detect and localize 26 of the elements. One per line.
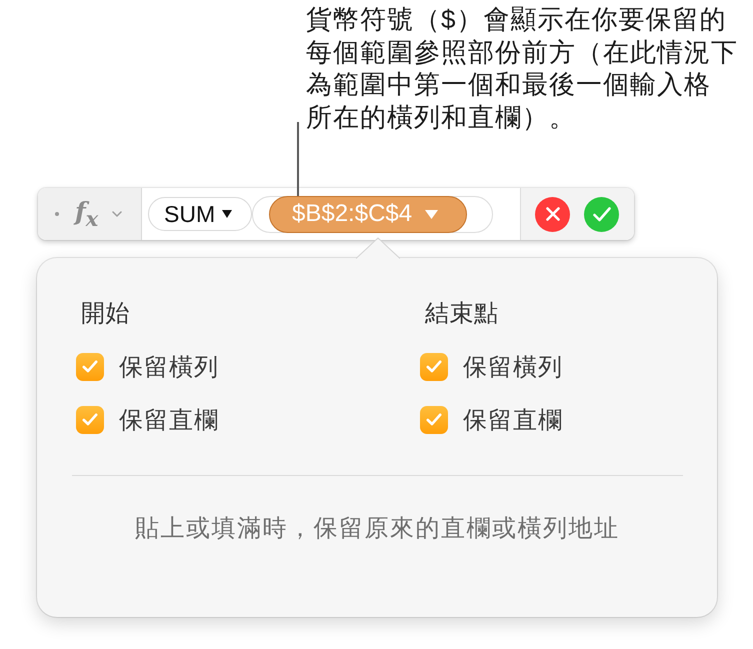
checkmark-icon <box>426 360 442 373</box>
close-icon <box>546 207 560 221</box>
section-heading: 開始 <box>80 299 130 329</box>
checkbox-label: 保留橫列 <box>119 352 219 382</box>
checkbox[interactable] <box>420 406 448 434</box>
accept-button[interactable] <box>584 196 619 232</box>
checkbox[interactable] <box>76 352 104 380</box>
checkbox-label: 保留橫列 <box>463 352 563 382</box>
checkmark-icon <box>592 206 610 222</box>
checkbox-label: 保留直欄 <box>119 406 219 436</box>
caret-icon <box>222 210 232 218</box>
checkbox[interactable] <box>76 406 104 434</box>
dot-icon <box>55 212 59 216</box>
section-heading: 結束點 <box>424 299 498 329</box>
footer-note: 貼上或填滿時，保留原來的直欄或橫列地址 <box>134 515 620 542</box>
checkmark-icon <box>82 413 98 426</box>
checkmark-icon <box>426 413 442 426</box>
formula-field[interactable]: SUM $B$2:$C$4 <box>142 188 520 240</box>
callout-text: 貨幣符號（$）會顯示在你要保留的 每個範圍參照部份前方（在此情況下 為範圍中第一個和最後一個輸入格 所在的橫列和直欄）。 <box>306 3 738 133</box>
checkbox-label: 保留直欄 <box>463 406 563 436</box>
chevron-down-icon <box>112 211 122 217</box>
checkbox[interactable] <box>420 352 448 380</box>
function-token[interactable]: SUM <box>148 197 252 231</box>
cancel-button[interactable] <box>535 196 570 232</box>
caret-icon <box>425 210 438 218</box>
checkmark-icon <box>82 360 98 373</box>
